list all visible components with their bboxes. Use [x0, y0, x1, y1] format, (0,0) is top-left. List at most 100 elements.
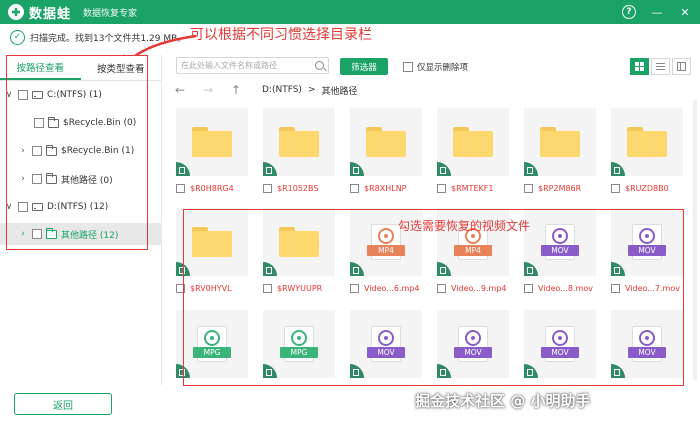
file-card[interactable]: $RP2M86R	[524, 108, 596, 196]
checkbox[interactable]	[350, 283, 359, 293]
checkbox[interactable]	[611, 183, 620, 193]
checkbox[interactable]	[263, 183, 272, 193]
search-input[interactable]	[181, 61, 305, 70]
file-card[interactable]: $RWYUUPR	[263, 208, 335, 296]
video-file-icon: MPG	[280, 326, 318, 362]
checkbox[interactable]	[176, 283, 185, 293]
back-button[interactable]: 返回	[14, 393, 112, 415]
chevron-down-icon[interactable]: ∨	[4, 90, 14, 100]
chevron-right-icon[interactable]: ›	[18, 229, 28, 239]
checkbox[interactable]	[32, 229, 42, 239]
search-box[interactable]	[176, 57, 329, 74]
checkbox[interactable]	[263, 283, 272, 293]
minimize-icon[interactable]: —	[650, 5, 664, 19]
breadcrumb-drive[interactable]: D:(NTFS)	[262, 85, 302, 95]
logo-icon	[8, 4, 24, 20]
file-card[interactable]: $R1052BS	[263, 108, 335, 196]
tab-by-type[interactable]: 按类型查看	[81, 55, 162, 80]
film-reel-icon	[378, 330, 394, 346]
checkbox[interactable]	[350, 183, 359, 193]
file-thumbnail[interactable]: MPG	[176, 310, 248, 378]
file-type-tag: MOV	[367, 347, 405, 358]
file-card[interactable]: MOV	[437, 310, 509, 378]
tree-item-other-paths-d[interactable]: › 其他路径 (12)	[0, 223, 162, 245]
file-card[interactable]: $R8XHLNP	[350, 108, 422, 196]
deleted-trash-icon	[611, 162, 625, 176]
file-card[interactable]: $R0H8RG4	[176, 108, 248, 196]
forward-arrow-icon[interactable]: →	[200, 83, 216, 97]
file-thumbnail[interactable]	[611, 108, 683, 176]
file-thumbnail[interactable]	[176, 208, 248, 276]
checkbox[interactable]	[611, 283, 620, 293]
checkbox[interactable]	[437, 283, 446, 293]
film-reel-icon	[465, 330, 481, 346]
file-card[interactable]: MPG	[176, 310, 248, 378]
checkbox[interactable]	[32, 146, 42, 156]
back-arrow-icon[interactable]: ←	[172, 83, 188, 97]
folder-icon	[627, 127, 667, 157]
file-thumbnail[interactable]: MOV	[350, 310, 422, 378]
file-thumbnail[interactable]: MOV	[611, 310, 683, 378]
tree-item-other-paths-c[interactable]: › 其他路径 (0)	[0, 168, 162, 190]
file-card[interactable]: MOV Video...8.mov	[524, 208, 596, 296]
app-name: 数据蛙	[29, 6, 72, 22]
list-view-button[interactable]	[651, 58, 670, 75]
checkbox[interactable]	[32, 174, 42, 184]
file-thumbnail[interactable]	[263, 208, 335, 276]
file-thumbnail[interactable]: MPG	[263, 310, 335, 378]
file-thumbnail[interactable]	[350, 108, 422, 176]
nav-row: ← → ↑ D:(NTFS) > 其他路径	[172, 82, 358, 98]
file-card[interactable]: MOV	[350, 310, 422, 378]
chevron-right-icon[interactable]: ›	[18, 174, 28, 184]
file-card[interactable]: MOV	[611, 310, 683, 378]
file-thumbnail[interactable]	[437, 108, 509, 176]
chevron-down-icon[interactable]: ∨	[4, 202, 14, 212]
close-icon[interactable]: ✕	[678, 5, 692, 19]
search-icon[interactable]	[315, 61, 324, 70]
file-card[interactable]: $RMTEKF1	[437, 108, 509, 196]
file-type-tag: MPG	[280, 347, 318, 358]
tree-item-recycle-bin-1[interactable]: › $Recycle.Bin (1)	[0, 140, 162, 162]
file-thumbnail[interactable]: MOV	[524, 310, 596, 378]
filter-button[interactable]: 筛选器	[340, 58, 388, 75]
folder-icon	[540, 127, 580, 157]
only-deleted-toggle[interactable]: 仅显示删除项	[403, 58, 468, 75]
checkbox[interactable]	[176, 183, 185, 193]
grid-view-button[interactable]	[630, 58, 649, 75]
checkbox[interactable]	[34, 118, 44, 128]
tree-item-recycle-bin-0[interactable]: $Recycle.Bin (0)	[0, 112, 162, 134]
checkbox[interactable]	[403, 61, 413, 72]
scrollbar[interactable]	[693, 100, 697, 380]
checkbox[interactable]	[18, 90, 28, 100]
video-file-icon: MOV	[628, 326, 666, 362]
tab-by-path[interactable]: 按路径查看	[0, 55, 81, 80]
file-card[interactable]: $RV0HYVL	[176, 208, 248, 296]
detail-view-button[interactable]	[672, 58, 691, 75]
file-thumbnail[interactable]: MOV	[524, 208, 596, 276]
tree-item-c-drive[interactable]: ∨ C:(NTFS) (1)	[0, 84, 162, 106]
folder-icon	[46, 227, 57, 239]
checkbox[interactable]	[524, 283, 533, 293]
file-thumbnail[interactable]	[263, 108, 335, 176]
file-card[interactable]: $RUZD8B0	[611, 108, 683, 196]
file-card[interactable]: MPG	[263, 310, 335, 378]
file-thumbnail[interactable]	[524, 108, 596, 176]
file-thumbnail[interactable]: MOV	[437, 310, 509, 378]
file-thumbnail[interactable]: MOV	[611, 208, 683, 276]
checkbox[interactable]	[437, 183, 446, 193]
file-card[interactable]: MOV	[524, 310, 596, 378]
deleted-trash-icon	[611, 262, 625, 276]
help-icon[interactable]: ?	[622, 5, 636, 19]
up-arrow-icon[interactable]: ↑	[228, 83, 244, 97]
chevron-right-icon[interactable]: ›	[18, 146, 28, 156]
file-card[interactable]: MOV Video...7.mov	[611, 208, 683, 296]
breadcrumb-folder[interactable]: 其他路径	[322, 84, 358, 97]
checkbox[interactable]	[524, 183, 533, 193]
sidebar: 按路径查看 按类型查看 ∨ C:(NTFS) (1) $Recycle.Bin …	[0, 55, 162, 385]
tree-item-d-drive[interactable]: ∨ D:(NTFS) (12)	[0, 196, 162, 218]
film-reel-icon	[204, 330, 220, 346]
file-thumbnail[interactable]	[176, 108, 248, 176]
file-label: Video...8.mov	[524, 280, 596, 296]
checkbox[interactable]	[18, 202, 28, 212]
file-name: $R8XHLNP	[364, 183, 407, 193]
